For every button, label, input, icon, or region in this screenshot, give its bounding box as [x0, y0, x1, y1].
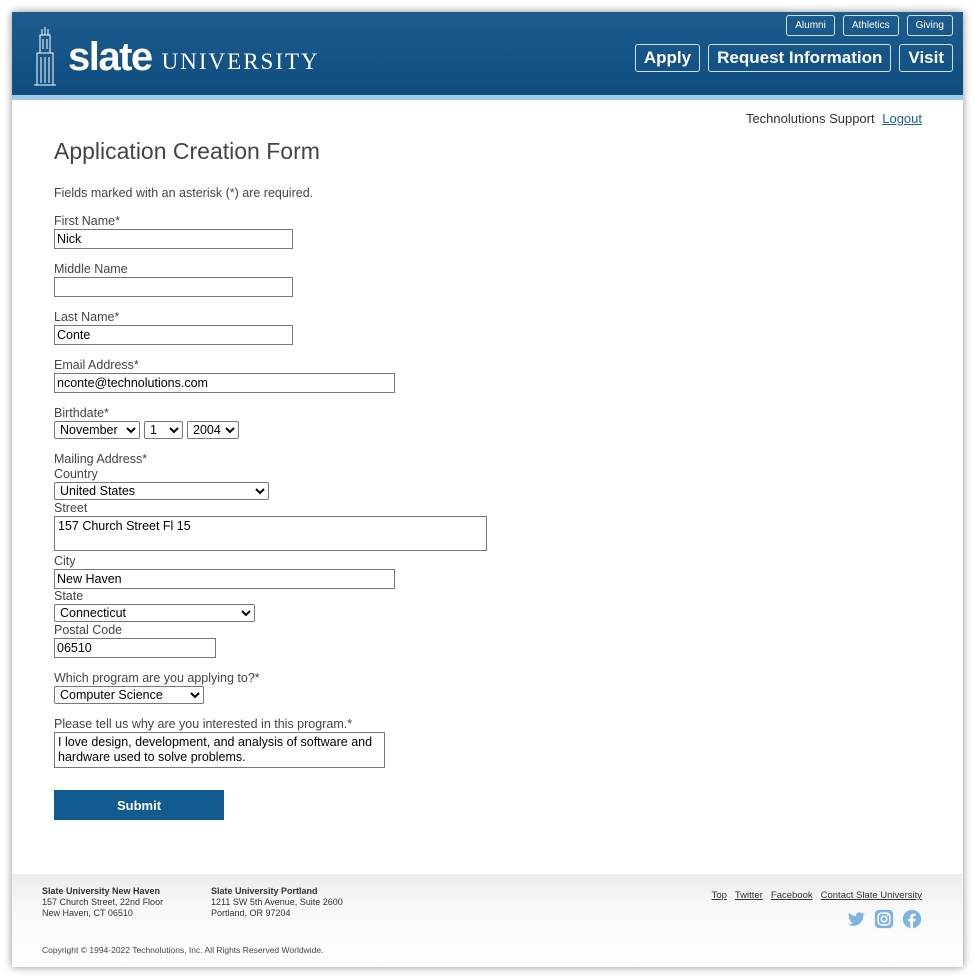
first-name-field[interactable]	[54, 229, 293, 249]
visit-link[interactable]: Visit	[899, 44, 953, 72]
middle-name-label: Middle Name	[54, 262, 128, 276]
twitter-icon[interactable]	[846, 909, 866, 929]
last-name-field[interactable]	[54, 325, 293, 345]
contact-link[interactable]: Contact Slate University	[821, 890, 922, 901]
postal-code-label: Postal Code	[54, 623, 123, 637]
location-name: Slate University Portland	[211, 886, 318, 896]
logo-word: slate	[68, 35, 153, 79]
interest-field[interactable]: I love design, development, and analysis…	[54, 732, 385, 768]
user-name: Technolutions Support	[745, 111, 875, 126]
birth-year-select[interactable]: 2004	[187, 421, 239, 439]
city-field[interactable]	[54, 569, 395, 589]
site-footer: Slate University New Haven 157 Church St…	[12, 874, 963, 967]
birth-month-select[interactable]: November	[54, 421, 140, 439]
submit-button[interactable]: Submit	[54, 790, 224, 820]
giving-link[interactable]: Giving	[906, 15, 953, 36]
top-link[interactable]: Top	[712, 890, 727, 901]
address-line: 1211 SW 5th Avenue, Suite 2600	[211, 897, 343, 907]
email-field[interactable]	[54, 373, 395, 393]
footer-links: Top Twitter Facebook Contact Slate Unive…	[712, 890, 922, 901]
form-content: Application Creation Form Fields marked …	[54, 138, 914, 200]
birthdate-label: Birthdate*	[54, 406, 109, 420]
logo[interactable]: slate UNIVERSITY	[34, 26, 320, 88]
site-header: slate UNIVERSITY Alumni Athletics Giving…	[12, 12, 963, 100]
address-line: Portland, OR 97204	[211, 908, 291, 918]
mailing-address-label: Mailing Address*	[54, 452, 148, 466]
first-name-label: First Name*	[54, 214, 120, 228]
tower-icon	[34, 27, 56, 86]
apply-link[interactable]: Apply	[634, 44, 701, 72]
copyright: Copyright © 1994-2022 Technolutions, Inc…	[42, 945, 324, 955]
program-label: Which program are you applying to?*	[54, 671, 260, 685]
page-title: Application Creation Form	[54, 138, 320, 164]
athletics-link[interactable]: Athletics	[842, 15, 899, 36]
request-information-link[interactable]: Request Information	[708, 44, 892, 72]
middle-name-field[interactable]	[54, 277, 293, 297]
email-label: Email Address*	[54, 358, 139, 372]
instagram-icon[interactable]	[874, 909, 894, 929]
facebook-link[interactable]: Facebook	[771, 890, 813, 901]
main-nav: Apply Request Information Visit	[634, 44, 953, 72]
country-select[interactable]: United States	[54, 482, 269, 500]
location-portland: Slate University Portland 1211 SW 5th Av…	[211, 886, 343, 919]
country-label: Country	[54, 467, 98, 481]
program-select[interactable]: Computer Science	[54, 686, 204, 704]
utility-nav: Alumni Athletics Giving	[786, 15, 953, 36]
state-select[interactable]: Connecticut	[54, 604, 255, 622]
street-field[interactable]: 157 Church Street Fl 15	[54, 516, 487, 551]
state-label: State	[54, 589, 84, 603]
social-icons	[846, 909, 922, 929]
page-frame: slate UNIVERSITY Alumni Athletics Giving…	[12, 12, 963, 967]
city-label: City	[54, 554, 76, 568]
location-name: Slate University New Haven	[42, 886, 161, 896]
twitter-link[interactable]: Twitter	[735, 890, 763, 901]
street-label: Street	[54, 501, 88, 515]
last-name-label: Last Name*	[54, 310, 120, 324]
user-bar: Technolutions Support Logout	[746, 111, 922, 126]
alumni-link[interactable]: Alumni	[786, 15, 835, 36]
logout-link[interactable]: Logout	[882, 111, 922, 126]
birth-day-select[interactable]: 1	[144, 421, 183, 439]
location-new-haven: Slate University New Haven 157 Church St…	[42, 886, 163, 919]
postal-code-field[interactable]	[54, 638, 216, 658]
address-line: New Haven, CT 06510	[42, 908, 133, 918]
interest-label: Please tell us why are you interested in…	[54, 717, 353, 731]
required-note: Fields marked with an asterisk (*) are r…	[54, 186, 314, 200]
logo-subtitle: UNIVERSITY	[161, 49, 320, 74]
address-line: 157 Church Street, 22nd Floor	[42, 897, 164, 907]
facebook-icon[interactable]	[902, 909, 922, 929]
